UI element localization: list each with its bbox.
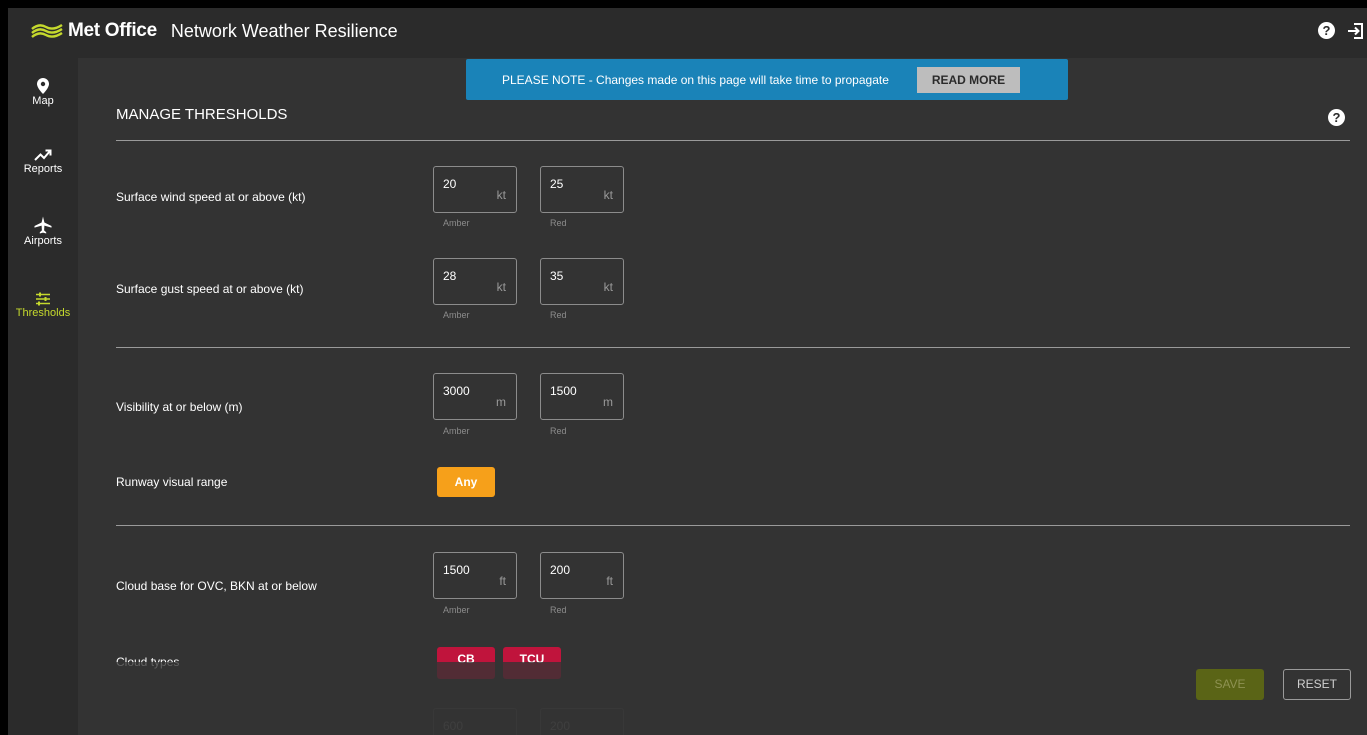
sidebar: Map Reports Airports Thresholds (8, 58, 78, 735)
field-unit: m (496, 395, 506, 409)
met-office-logo-icon (31, 23, 63, 38)
field-unit: kt (603, 280, 613, 294)
wind-amber-input[interactable]: 20 kt (433, 166, 517, 213)
field-value: 200 (550, 563, 571, 577)
sidebar-item-thresholds[interactable]: Thresholds (8, 292, 78, 319)
amber-caption: Amber (443, 310, 470, 320)
reset-button[interactable]: RESET (1283, 669, 1351, 700)
propagation-notice: PLEASE NOTE - Changes made on this page … (466, 59, 1068, 100)
amber-caption: Amber (443, 605, 470, 615)
field-value: 20 (443, 177, 457, 191)
field-value: 1500 (443, 563, 470, 577)
red-caption: Red (550, 218, 567, 228)
wind-red-input[interactable]: 25 kt (540, 166, 624, 213)
red-caption: Red (550, 426, 567, 436)
field-value: 35 (550, 269, 564, 283)
field-unit: ft (606, 574, 613, 588)
airplane-icon (34, 216, 52, 234)
sidebar-item-label: Map (32, 95, 54, 107)
red-caption: Red (550, 605, 567, 615)
logo-text: Met Office (68, 20, 157, 41)
gust-speed-label: Surface gust speed at or above (kt) (116, 282, 304, 296)
sidebar-item-label: Thresholds (15, 307, 71, 319)
amber-caption: Amber (443, 426, 470, 436)
sidebar-item-label: Airports (24, 235, 62, 247)
save-button[interactable]: SAVE (1196, 669, 1264, 700)
met-office-logo[interactable]: Met Office Network Weather Resilience (30, 20, 398, 42)
app-window: Met Office Network Weather Resilience ? … (8, 8, 1367, 735)
sidebar-item-airports[interactable]: Airports (8, 216, 78, 247)
notice-text: PLEASE NOTE - Changes made on this page … (502, 73, 889, 87)
cloud-base-amber-input[interactable]: 1500 ft (433, 552, 517, 599)
wind-speed-label: Surface wind speed at or above (kt) (116, 190, 306, 204)
divider (116, 347, 1350, 348)
read-more-button[interactable]: READ MORE (917, 67, 1020, 93)
cloud-base-red-input[interactable]: 200 ft (540, 552, 624, 599)
field-value: 28 (443, 269, 457, 283)
divider (116, 140, 1350, 141)
map-pin-icon (37, 78, 49, 94)
amber-caption: Amber (443, 218, 470, 228)
visibility-red-input[interactable]: 1500 m (540, 373, 624, 420)
sliders-icon (36, 292, 50, 306)
field-unit: kt (603, 188, 613, 202)
help-icon[interactable]: ? (1328, 109, 1345, 126)
rvr-label: Runway visual range (116, 475, 228, 489)
divider (116, 525, 1350, 526)
field-value: 3000 (443, 384, 470, 398)
sidebar-item-reports[interactable]: Reports (8, 148, 78, 175)
field-unit: m (603, 395, 613, 409)
cloud-base-label: Cloud base for OVC, BKN at or below (116, 579, 317, 593)
trend-icon (34, 149, 52, 161)
rvr-any-button[interactable]: Any (437, 467, 495, 497)
field-unit: ft (499, 574, 506, 588)
top-bar: Met Office Network Weather Resilience ? (8, 8, 1367, 58)
action-footer: SAVE RESET (78, 662, 1367, 735)
gust-red-input[interactable]: 35 kt (540, 258, 624, 305)
page-title: MANAGE THRESHOLDS (116, 106, 288, 123)
field-unit: kt (496, 280, 506, 294)
sidebar-item-map[interactable]: Map (8, 78, 78, 107)
visibility-label: Visibility at or below (m) (116, 400, 243, 414)
red-caption: Red (550, 310, 567, 320)
app-title: Network Weather Resilience (170, 20, 398, 41)
main-content: PLEASE NOTE - Changes made on this page … (78, 58, 1367, 735)
sidebar-item-label: Reports (23, 163, 63, 175)
field-value: 25 (550, 177, 564, 191)
field-unit: kt (496, 188, 506, 202)
visibility-amber-input[interactable]: 3000 m (433, 373, 517, 420)
help-icon[interactable]: ? (1318, 22, 1335, 39)
gust-amber-input[interactable]: 28 kt (433, 258, 517, 305)
logout-icon[interactable] (1347, 22, 1365, 40)
field-value: 1500 (550, 384, 577, 398)
